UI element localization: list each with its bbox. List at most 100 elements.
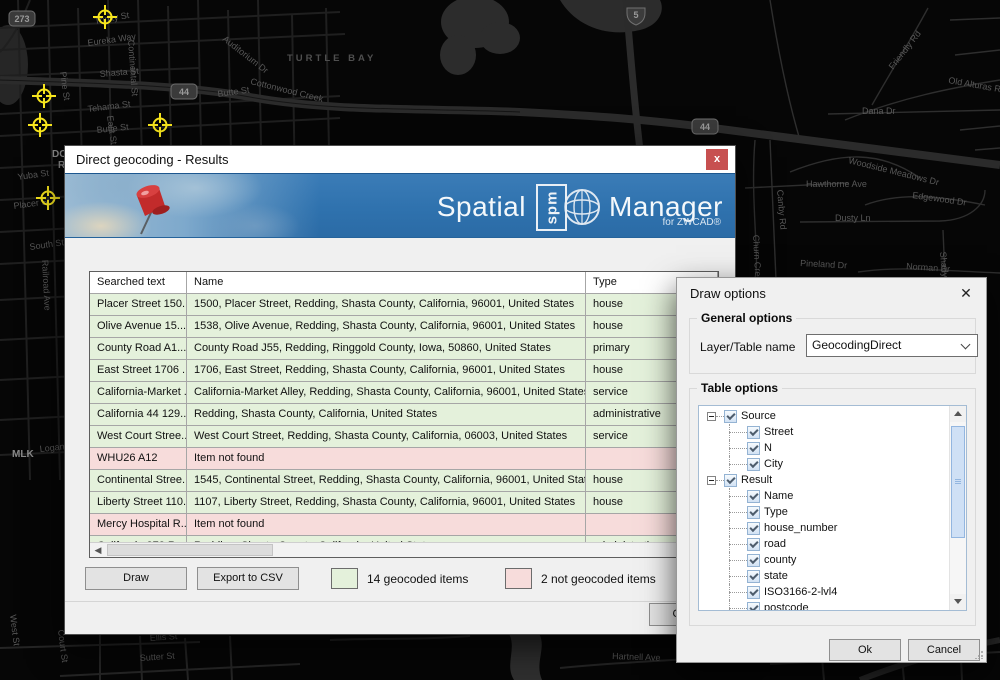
tree-connector [729, 576, 747, 577]
tree-item[interactable]: Street [699, 424, 949, 440]
results-titlebar[interactable]: Direct geocoding - Results x [65, 146, 735, 173]
resize-grip[interactable] [975, 651, 983, 659]
layer-table-name-combobox[interactable]: GeocodingDirect [806, 334, 978, 357]
table-row[interactable]: County Road A1...County Road J55, Reddin… [90, 338, 718, 360]
tree-item[interactable]: county [699, 552, 949, 568]
tree-connector [729, 600, 730, 610]
desktop: 27344445 TURTLE BAYTrinity StEureka WayS… [0, 0, 1000, 680]
checkbox-checked-icon[interactable] [747, 554, 760, 567]
tree-scrollbar-thumb[interactable] [951, 426, 965, 538]
checkbox-checked-icon[interactable] [747, 506, 760, 519]
tree-item[interactable]: City [699, 456, 949, 472]
tree-item[interactable]: postcode [699, 600, 949, 610]
tree-item[interactable]: N [699, 440, 949, 456]
tree-collapse-icon[interactable] [707, 412, 716, 421]
tree-connector [729, 440, 730, 456]
close-icon[interactable]: ✕ [957, 284, 975, 302]
tree-collapse-icon[interactable] [707, 476, 716, 485]
cell-searched: Olive Avenue 15... [90, 316, 187, 338]
scrollbar-thumb[interactable] [107, 544, 273, 556]
tree-item-label: Name [764, 490, 793, 502]
table-row[interactable]: Liberty Street 110...1107, Liberty Stree… [90, 492, 718, 514]
footer-divider [65, 601, 735, 602]
brand-subtitle: for ZWCAD® [663, 217, 721, 228]
scroll-down-button[interactable] [950, 594, 966, 610]
tree-connector [716, 480, 724, 481]
cancel-button[interactable]: Cancel [908, 639, 980, 661]
scroll-left-button[interactable]: ◀ [90, 543, 106, 557]
table-row[interactable]: California 44 129...Redding, Shasta Coun… [90, 404, 718, 426]
tree-rows: Source Street N CityResult Name Typehouse_num… [699, 408, 949, 610]
tree-connector [729, 432, 747, 433]
tree-connector [729, 456, 730, 472]
tree-scrollbar[interactable] [949, 406, 966, 610]
tree-connector [716, 416, 724, 417]
tree-connector [729, 504, 730, 520]
general-options-group: General options Layer/Table name Geocodi… [689, 318, 976, 374]
tree-item-label: ISO3166-2-lvl4 [764, 586, 837, 598]
tree-item[interactable]: house_number [699, 520, 949, 536]
checkbox-checked-icon[interactable] [747, 602, 760, 611]
checkbox-checked-icon[interactable] [724, 474, 737, 487]
checkbox-checked-icon[interactable] [747, 538, 760, 551]
horizontal-scrollbar[interactable]: ◀ ▶ [90, 542, 718, 557]
checkbox-checked-icon[interactable] [724, 410, 737, 423]
tree-item-label: state [764, 570, 788, 582]
tree-item[interactable]: Result [699, 472, 949, 488]
table-row[interactable]: Placer Street 150...1500, Placer Street,… [90, 294, 718, 316]
cell-name: 1538, Olive Avenue, Redding, Shasta Coun… [187, 316, 586, 338]
tree-item[interactable]: Source [699, 408, 949, 424]
svg-text:44: 44 [179, 87, 189, 97]
tree-item-label: N [764, 442, 772, 454]
ok-button[interactable]: Ok [829, 639, 901, 661]
table-row[interactable]: Continental Stree...1545, Continental St… [90, 470, 718, 492]
tree-item[interactable]: Type [699, 504, 949, 520]
checkbox-checked-icon[interactable] [747, 490, 760, 503]
tree-connector [729, 584, 730, 600]
draw-options-dialog: Draw options ✕ General options Layer/Tab… [676, 277, 987, 663]
tree-item[interactable]: Name [699, 488, 949, 504]
cell-name: California-Market Alley, Redding, Shasta… [187, 382, 586, 404]
options-tree: Source Street N CityResult Name Typehouse_num… [698, 405, 967, 611]
checkbox-checked-icon[interactable] [747, 522, 760, 535]
table-row[interactable]: Mercy Hospital R...Item not found [90, 514, 718, 536]
draw-button[interactable]: Draw [85, 567, 187, 590]
tree-item[interactable]: road [699, 536, 949, 552]
svg-text:Dana Dr: Dana Dr [862, 106, 896, 116]
cell-searched: County Road A1... [90, 338, 187, 360]
column-header-name[interactable]: Name [187, 272, 586, 294]
table-row[interactable]: East Street 1706 ...1706, East Street, R… [90, 360, 718, 382]
results-table: Searched text Name Type Placer Street 15… [89, 271, 719, 558]
cell-name: Redding, Shasta County, California, Unit… [187, 404, 586, 426]
table-row[interactable]: West Court Stree...West Court Street, Re… [90, 426, 718, 448]
spm-logo: spm [536, 184, 567, 231]
geocoded-legend-label: 14 geocoded items [367, 572, 468, 586]
close-button[interactable]: x [706, 149, 728, 170]
table-options-label: Table options [697, 381, 782, 395]
tree-item[interactable]: state [699, 568, 949, 584]
brand-banner: Spatial spm Manager for ZWCAD® [65, 173, 735, 238]
cell-searched: WHU26 A12 [90, 448, 187, 470]
checkbox-checked-icon[interactable] [747, 586, 760, 599]
checkbox-checked-icon[interactable] [747, 442, 760, 455]
cell-searched: Mercy Hospital R... [90, 514, 187, 536]
svg-text:5: 5 [633, 10, 638, 20]
tree-item[interactable]: ISO3166-2-lvl4 [699, 584, 949, 600]
tree-connector [729, 520, 730, 536]
layer-table-name-value: GeocodingDirect [812, 338, 901, 352]
checkbox-checked-icon[interactable] [747, 426, 760, 439]
column-header-searched[interactable]: Searched text [90, 272, 187, 294]
cell-searched: California 44 129... [90, 404, 187, 426]
scroll-up-button[interactable] [950, 406, 966, 422]
export-csv-button[interactable]: Export to CSV [197, 567, 299, 590]
table-row[interactable]: California-Market ...California-Market A… [90, 382, 718, 404]
tree-item-label: Source [741, 410, 776, 422]
table-row[interactable]: Olive Avenue 15...1538, Olive Avenue, Re… [90, 316, 718, 338]
tree-item-label: road [764, 538, 786, 550]
checkbox-checked-icon[interactable] [747, 570, 760, 583]
tree-connector [729, 592, 747, 593]
table-row[interactable]: WHU26 A12Item not found [90, 448, 718, 470]
cell-name: County Road J55, Redding, Ringgold Count… [187, 338, 586, 360]
checkbox-checked-icon[interactable] [747, 458, 760, 471]
results-dialog: Direct geocoding - Results x Spatial spm [64, 145, 736, 635]
